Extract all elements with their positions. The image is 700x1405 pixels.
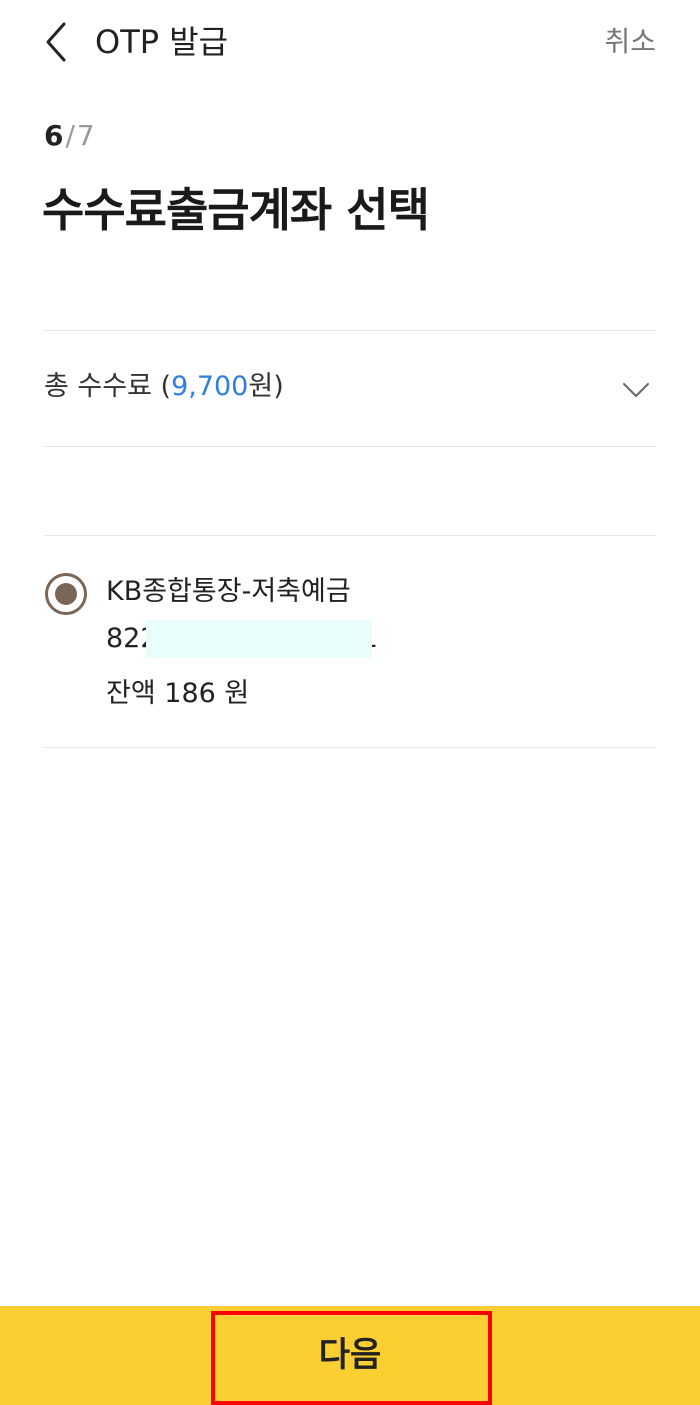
radio-selected-icon[interactable] <box>44 572 88 616</box>
page-title: 수수료출금계좌 선택 <box>42 183 430 237</box>
step-total: 7 <box>76 119 95 152</box>
header: OTP 발급 취소 <box>0 0 700 84</box>
account-name: KB종합통장-저축예금 <box>106 576 351 607</box>
total-fee-prefix: 총 수수료 ( <box>44 371 172 402</box>
account-option[interactable]: KB종합통장-저축예금 82291 잔액 186 원 <box>44 536 656 747</box>
chevron-down-icon <box>623 383 649 397</box>
total-fee-text: 총 수수료 (9,700원) <box>44 367 284 407</box>
chevron-left-icon <box>46 22 66 62</box>
header-title: OTP 발급 <box>95 23 229 61</box>
total-fee-suffix: 원) <box>248 371 284 402</box>
total-fee-toggle[interactable]: 총 수수료 (9,700원) <box>44 331 656 446</box>
back-button[interactable] <box>36 20 80 64</box>
step-current: 6 <box>44 119 64 152</box>
step-separator: / <box>65 119 75 152</box>
cancel-button[interactable]: 취소 <box>604 22 656 62</box>
divider <box>44 446 656 447</box>
next-button-label: 다음 <box>318 1335 382 1375</box>
account-number-mask <box>146 620 372 658</box>
step-indicator: 6/7 <box>44 116 95 156</box>
next-button[interactable]: 다음 <box>0 1306 700 1405</box>
divider <box>44 747 656 748</box>
otp-issue-page: OTP 발급 취소 6/7 수수료출금계좌 선택 총 수수료 (9,700원) … <box>0 0 700 1405</box>
total-fee-amount: 9,700 <box>171 371 249 402</box>
account-balance: 잔액 186 원 <box>106 678 250 709</box>
